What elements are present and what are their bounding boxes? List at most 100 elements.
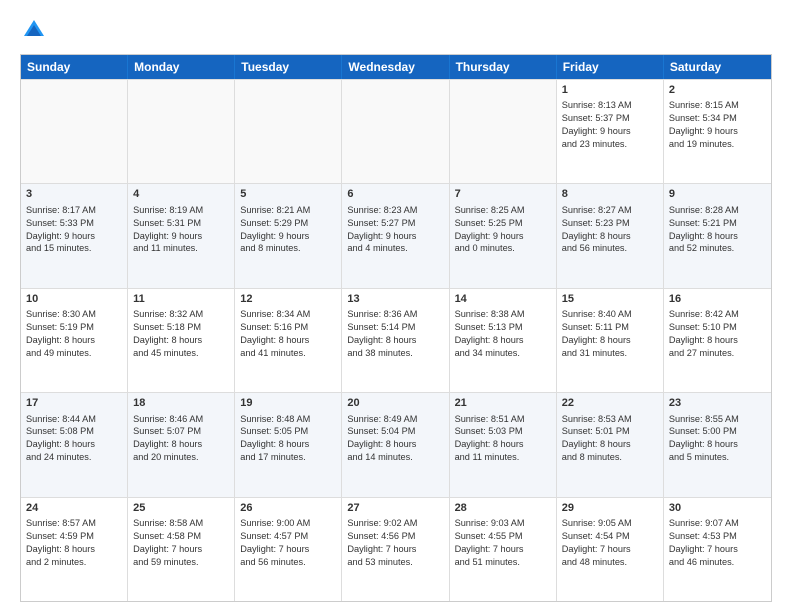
day-number: 17	[26, 396, 122, 411]
calendar-cell	[128, 80, 235, 183]
day-info-line: Sunrise: 8:40 AM	[562, 308, 658, 321]
day-info-line: Sunset: 5:08 PM	[26, 425, 122, 438]
day-number: 12	[240, 292, 336, 307]
day-info-line: Sunset: 5:29 PM	[240, 217, 336, 230]
day-info-line: Sunset: 5:04 PM	[347, 425, 443, 438]
day-info-line: and 53 minutes.	[347, 556, 443, 569]
day-number: 3	[26, 187, 122, 202]
day-info-line: and 48 minutes.	[562, 556, 658, 569]
day-number: 19	[240, 396, 336, 411]
calendar-cell: 17Sunrise: 8:44 AMSunset: 5:08 PMDayligh…	[21, 393, 128, 496]
calendar-cell: 30Sunrise: 9:07 AMSunset: 4:53 PMDayligh…	[664, 498, 771, 601]
day-info-line: Sunset: 5:03 PM	[455, 425, 551, 438]
day-info-line: Daylight: 9 hours	[669, 125, 766, 138]
day-info-line: Sunrise: 8:46 AM	[133, 413, 229, 426]
day-info-line: Sunrise: 9:07 AM	[669, 517, 766, 530]
calendar-cell: 16Sunrise: 8:42 AMSunset: 5:10 PMDayligh…	[664, 289, 771, 392]
day-info-line: Daylight: 8 hours	[669, 438, 766, 451]
day-info-line: Sunset: 5:27 PM	[347, 217, 443, 230]
calendar-cell: 12Sunrise: 8:34 AMSunset: 5:16 PMDayligh…	[235, 289, 342, 392]
calendar-cell: 10Sunrise: 8:30 AMSunset: 5:19 PMDayligh…	[21, 289, 128, 392]
day-number: 6	[347, 187, 443, 202]
day-info-line: and 20 minutes.	[133, 451, 229, 464]
day-info-line: Daylight: 8 hours	[669, 230, 766, 243]
calendar-cell: 14Sunrise: 8:38 AMSunset: 5:13 PMDayligh…	[450, 289, 557, 392]
day-info-line: Sunset: 5:01 PM	[562, 425, 658, 438]
day-number: 11	[133, 292, 229, 307]
day-info-line: Sunset: 5:18 PM	[133, 321, 229, 334]
header	[20, 16, 772, 44]
calendar-cell: 20Sunrise: 8:49 AMSunset: 5:04 PMDayligh…	[342, 393, 449, 496]
day-number: 9	[669, 187, 766, 202]
day-number: 2	[669, 83, 766, 98]
day-info-line: Daylight: 8 hours	[133, 334, 229, 347]
calendar-cell: 3Sunrise: 8:17 AMSunset: 5:33 PMDaylight…	[21, 184, 128, 287]
day-info-line: Sunrise: 8:30 AM	[26, 308, 122, 321]
day-info-line: Sunset: 5:25 PM	[455, 217, 551, 230]
calendar-cell: 22Sunrise: 8:53 AMSunset: 5:01 PMDayligh…	[557, 393, 664, 496]
day-number: 21	[455, 396, 551, 411]
day-number: 10	[26, 292, 122, 307]
day-info-line: Sunset: 4:54 PM	[562, 530, 658, 543]
day-info-line: and 23 minutes.	[562, 138, 658, 151]
day-info-line: Daylight: 7 hours	[455, 543, 551, 556]
calendar-cell: 4Sunrise: 8:19 AMSunset: 5:31 PMDaylight…	[128, 184, 235, 287]
day-info-line: and 14 minutes.	[347, 451, 443, 464]
day-info-line: and 11 minutes.	[455, 451, 551, 464]
day-info-line: and 45 minutes.	[133, 347, 229, 360]
day-number: 15	[562, 292, 658, 307]
calendar-header-saturday: Saturday	[664, 55, 771, 79]
day-info-line: Sunrise: 8:25 AM	[455, 204, 551, 217]
day-info-line: and 2 minutes.	[26, 556, 122, 569]
day-info-line: Daylight: 7 hours	[669, 543, 766, 556]
calendar: SundayMondayTuesdayWednesdayThursdayFrid…	[20, 54, 772, 602]
calendar-header-friday: Friday	[557, 55, 664, 79]
calendar-body: 1Sunrise: 8:13 AMSunset: 5:37 PMDaylight…	[21, 79, 771, 601]
calendar-cell: 29Sunrise: 9:05 AMSunset: 4:54 PMDayligh…	[557, 498, 664, 601]
calendar-header-row: SundayMondayTuesdayWednesdayThursdayFrid…	[21, 55, 771, 79]
day-number: 22	[562, 396, 658, 411]
day-number: 26	[240, 501, 336, 516]
calendar-cell: 25Sunrise: 8:58 AMSunset: 4:58 PMDayligh…	[128, 498, 235, 601]
day-info-line: Sunset: 4:59 PM	[26, 530, 122, 543]
day-info-line: Daylight: 8 hours	[669, 334, 766, 347]
calendar-cell	[342, 80, 449, 183]
day-info-line: Sunset: 5:19 PM	[26, 321, 122, 334]
calendar-cell	[235, 80, 342, 183]
calendar-cell: 2Sunrise: 8:15 AMSunset: 5:34 PMDaylight…	[664, 80, 771, 183]
day-info-line: Sunrise: 8:49 AM	[347, 413, 443, 426]
day-info-line: Sunset: 5:07 PM	[133, 425, 229, 438]
day-info-line: Sunrise: 8:48 AM	[240, 413, 336, 426]
day-info-line: Daylight: 8 hours	[133, 438, 229, 451]
day-info-line: Sunrise: 8:15 AM	[669, 99, 766, 112]
day-info-line: Sunrise: 8:51 AM	[455, 413, 551, 426]
day-info-line: and 51 minutes.	[455, 556, 551, 569]
day-info-line: and 31 minutes.	[562, 347, 658, 360]
day-info-line: Sunset: 5:13 PM	[455, 321, 551, 334]
day-number: 23	[669, 396, 766, 411]
day-info-line: Daylight: 8 hours	[26, 334, 122, 347]
calendar-cell: 18Sunrise: 8:46 AMSunset: 5:07 PMDayligh…	[128, 393, 235, 496]
calendar-cell: 9Sunrise: 8:28 AMSunset: 5:21 PMDaylight…	[664, 184, 771, 287]
day-number: 27	[347, 501, 443, 516]
day-info-line: Daylight: 8 hours	[562, 230, 658, 243]
calendar-row-2: 10Sunrise: 8:30 AMSunset: 5:19 PMDayligh…	[21, 288, 771, 392]
day-number: 14	[455, 292, 551, 307]
day-info-line: Sunset: 5:31 PM	[133, 217, 229, 230]
day-info-line: Sunrise: 8:55 AM	[669, 413, 766, 426]
calendar-cell: 27Sunrise: 9:02 AMSunset: 4:56 PMDayligh…	[342, 498, 449, 601]
calendar-cell: 26Sunrise: 9:00 AMSunset: 4:57 PMDayligh…	[235, 498, 342, 601]
calendar-cell: 1Sunrise: 8:13 AMSunset: 5:37 PMDaylight…	[557, 80, 664, 183]
day-info-line: Sunset: 5:05 PM	[240, 425, 336, 438]
day-info-line: Sunrise: 9:00 AM	[240, 517, 336, 530]
day-info-line: and 27 minutes.	[669, 347, 766, 360]
calendar-cell: 24Sunrise: 8:57 AMSunset: 4:59 PMDayligh…	[21, 498, 128, 601]
day-number: 25	[133, 501, 229, 516]
day-info-line: Sunset: 5:11 PM	[562, 321, 658, 334]
day-info-line: and 8 minutes.	[562, 451, 658, 464]
day-info-line: Daylight: 9 hours	[240, 230, 336, 243]
calendar-cell: 21Sunrise: 8:51 AMSunset: 5:03 PMDayligh…	[450, 393, 557, 496]
day-info-line: Daylight: 7 hours	[347, 543, 443, 556]
calendar-row-0: 1Sunrise: 8:13 AMSunset: 5:37 PMDaylight…	[21, 79, 771, 183]
day-info-line: Sunset: 5:23 PM	[562, 217, 658, 230]
